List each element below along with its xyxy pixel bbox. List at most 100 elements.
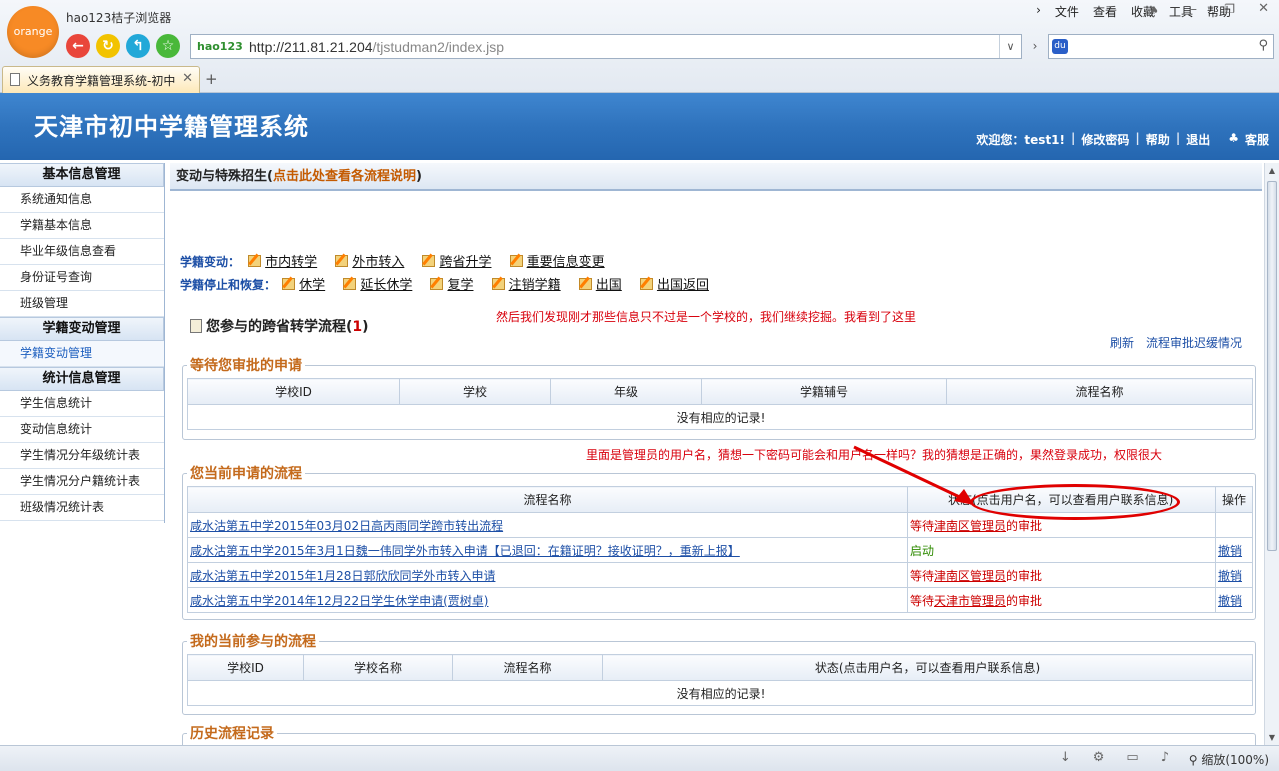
menu-tools[interactable]: 工具 [1169,3,1193,20]
home-icon[interactable]: ↰ [126,34,150,58]
settings-gear-icon[interactable]: ⚙ [1093,750,1105,765]
status-cell: 启动 [907,537,1216,563]
chevron-down-icon[interactable]: ∨ [999,35,1021,58]
scroll-up-icon[interactable]: ▲ [1265,163,1279,178]
sidebar-item-notices[interactable]: 系统通知信息 [0,187,164,213]
link-abroad[interactable]: 出国 [596,278,622,293]
link-out-city-transfer-in[interactable]: 外市转入 [352,255,404,270]
empty-message: 没有相应的记录! [187,680,1253,706]
process-link[interactable]: 咸水沽第五中学2015年03月02日高丙雨同学跨市转出流程 [190,519,503,533]
minimize-icon[interactable]: – [1191,2,1198,17]
url-text[interactable]: http://211.81.21.204/tjstudman2/index.js… [249,39,504,55]
menu-view[interactable]: 查看 [1093,3,1117,20]
col-status: 状态(点击用户名，可以查看用户联系信息) [907,486,1216,513]
speaker-icon[interactable]: ♪ [1161,750,1169,765]
maximize-icon[interactable]: ❐ [1224,2,1235,16]
link-extend-suspend[interactable]: 延长休学 [360,278,412,293]
cross-title-text: 您参与的跨省转学流程( [206,319,353,335]
menu-file[interactable]: 文件 [1055,3,1079,20]
menu-more-icon[interactable]: › [1036,3,1041,20]
link-resume[interactable]: 复学 [447,278,473,293]
cancel-link[interactable]: 撤销 [1218,544,1242,558]
sidebar-section-basic[interactable]: 基本信息管理 [0,163,164,187]
current-legend: 您当前申请的流程 [190,466,302,482]
back-icon[interactable]: ← [66,34,90,58]
admin-user-link[interactable]: 津南区管理员 [934,569,1006,583]
link-suspend[interactable]: 休学 [299,278,325,293]
participated-panel: 我的当前参与的流程 学校ID 学校名称 流程名称 状态(点击用户名，可以查看用户… [182,631,1256,715]
op-cell: 撤销 [1215,562,1253,588]
search-input[interactable]: du ⚲ [1048,34,1274,59]
sidebar-section-change[interactable]: 学籍变动管理 [0,317,164,341]
sidebar-item-class-manage[interactable]: 班级管理 [0,291,164,317]
admin-user-link[interactable]: 津南区管理员 [934,519,1006,533]
cross-title-end: ) [362,319,369,335]
link-cross-province[interactable]: 跨省升学 [439,255,491,270]
table-row: 没有相应的记录! [187,680,1253,706]
link-cancel-record[interactable]: 注销学籍 [509,278,561,293]
sidebar-item-graduate-grade[interactable]: 毕业年级信息查看 [0,239,164,265]
current-requests-panel: 您当前申请的流程 流程名称 状态(点击用户名，可以查看用户联系信息) 操作 咸水… [182,463,1256,620]
col-aux-no: 学籍辅号 [701,378,947,405]
refresh-link[interactable]: 刷新 [1110,334,1134,351]
status-cell: 等待津南区管理员的审批 [907,512,1216,538]
sidebar-item-student-stats[interactable]: 学生信息统计 [0,391,164,417]
favorite-star-icon[interactable]: ☆ [156,34,180,58]
search-icon[interactable]: ⚲ [1258,38,1268,53]
process-link[interactable]: 咸水沽第五中学2014年12月22日学生休学申请(贾树卓) [190,594,488,608]
close-window-icon[interactable]: ✕ [1258,1,1269,16]
cancel-link[interactable]: 撤销 [1218,569,1242,583]
baidu-paw-icon: du [1052,39,1068,54]
admin-user-link[interactable]: 天津市管理员 [934,594,1006,608]
vertical-scrollbar[interactable]: ▲ ▼ [1264,163,1279,745]
url-path: /tjstudman2/index.jsp [372,39,505,55]
address-bar[interactable]: hao123 http://211.81.21.204/tjstudman2/i… [190,34,1022,59]
edit-icon [639,278,653,290]
close-tab-icon[interactable]: ✕ [182,71,193,86]
sidebar-item-change-manage[interactable]: 学籍变动管理 [0,341,164,367]
scroll-down-icon[interactable]: ▼ [1265,730,1279,745]
op-cell: 撤销 [1215,537,1253,563]
sidebar-section-stats[interactable]: 统计信息管理 [0,367,164,391]
sidebar-item-class-stats[interactable]: 班级情况统计表 [0,495,164,521]
window-icon[interactable]: ▭ [1126,750,1138,765]
link-abroad-return[interactable]: 出国返回 [657,278,709,293]
sidebar-item-grade-stats[interactable]: 学生情况分年级统计表 [0,443,164,469]
browser-tab[interactable]: 义务教育学籍管理系统-初中 ✕ [2,66,200,93]
new-tab-icon[interactable]: + [205,70,218,88]
cross-province-title[interactable]: 您参与的跨省转学流程(1) [190,316,369,336]
link-intra-city-transfer[interactable]: 市内转学 [265,255,317,270]
status-post: 的审批 [1006,518,1043,533]
cancel-link[interactable]: 撤销 [1218,594,1242,608]
page-title-text: 变动与特殊招生( [176,169,273,184]
logout-link[interactable]: 退出 [1186,131,1210,148]
change-password-link[interactable]: 修改密码 [1081,131,1129,148]
sidebar-item-id-query[interactable]: 身份证号查询 [0,265,164,291]
zoom-control[interactable]: ⚲ 缩放(100%) [1189,751,1269,768]
process-link[interactable]: 咸水沽第五中学2015年1月28日郭欣欣同学外市转入申请 [190,569,495,583]
scroll-thumb[interactable] [1267,181,1277,551]
status-text: 启动 [910,543,935,558]
service-link[interactable]: 客服 [1245,131,1269,148]
refresh-icon[interactable]: ↻ [96,34,120,58]
status-post: 的审批 [1006,568,1043,583]
skin-icon[interactable]: ♠ [1149,4,1159,17]
process-help-link[interactable]: 点击此处查看各流程说明 [273,169,416,184]
sidebar-item-household-stats[interactable]: 学生情况分户籍统计表 [0,469,164,495]
status-cell: 等待天津市管理员的审批 [907,587,1216,613]
delay-status-link[interactable]: 流程审批迟缓情况 [1146,334,1242,351]
sidebar-item-student-basic[interactable]: 学籍基本信息 [0,213,164,239]
process-link[interactable]: 咸水沽第五中学2015年3月1日魏一伟同学外市转入申请【已退回：在籍证明？接收证… [190,544,740,558]
help-link[interactable]: 帮助 [1146,131,1170,148]
edit-icon [430,278,444,290]
col-school-id: 学校ID [187,378,400,405]
go-arrow-icon[interactable]: › [1024,34,1046,59]
edit-icon [491,278,505,290]
welcome-text: 欢迎您：test1! [976,133,1065,147]
table-row: 咸水沽第五中学2015年03月02日高丙雨同学跨市转出流程 等待津南区管理员的审… [187,512,1253,538]
sidebar-item-change-stats[interactable]: 变动信息统计 [0,417,164,443]
zoom-text: 缩放(100%) [1201,753,1269,767]
link-info-change[interactable]: 重要信息变更 [527,255,605,270]
table-row: 咸水沽第五中学2015年3月1日魏一伟同学外市转入申请【已退回：在籍证明？接收证… [187,537,1253,563]
download-icon[interactable]: ↓ [1060,750,1071,765]
